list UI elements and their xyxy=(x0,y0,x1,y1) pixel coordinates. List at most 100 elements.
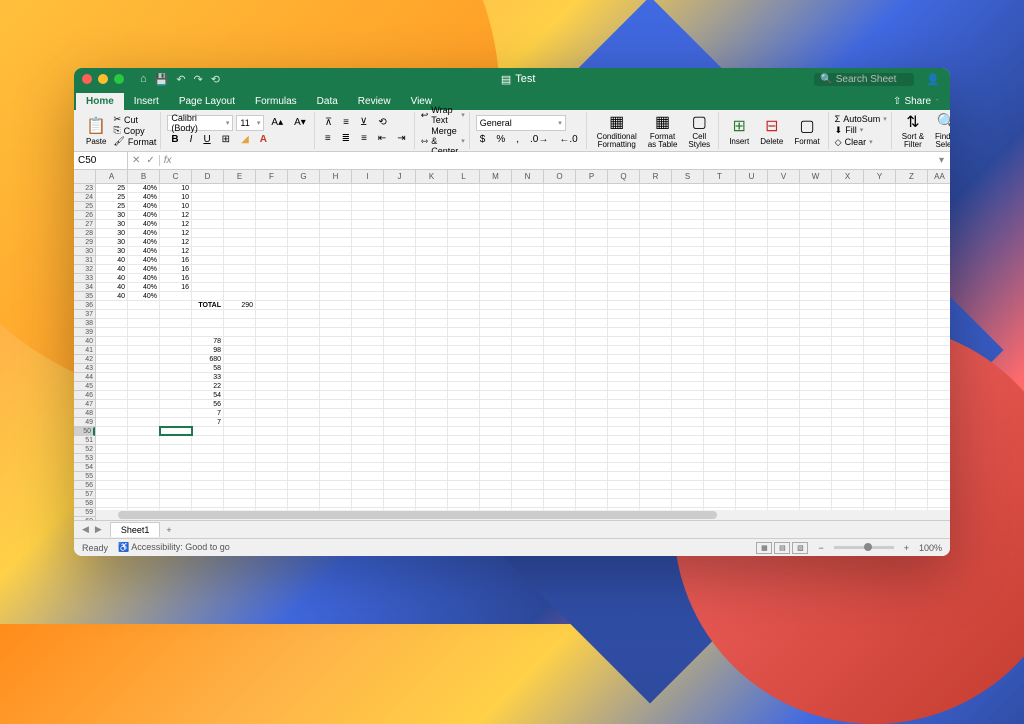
cell[interactable] xyxy=(352,400,384,408)
cell[interactable] xyxy=(704,418,736,426)
cell[interactable] xyxy=(736,238,768,246)
cell[interactable] xyxy=(896,319,928,327)
cell[interactable] xyxy=(448,301,480,309)
cell[interactable] xyxy=(512,247,544,255)
cell[interactable] xyxy=(352,220,384,228)
cell[interactable] xyxy=(800,265,832,273)
cell[interactable] xyxy=(448,337,480,345)
cell[interactable] xyxy=(768,427,800,435)
cell[interactable] xyxy=(256,310,288,318)
cell[interactable] xyxy=(320,274,352,282)
cell[interactable] xyxy=(128,337,160,345)
cell[interactable] xyxy=(576,292,608,300)
cell[interactable] xyxy=(192,283,224,291)
cell[interactable] xyxy=(288,364,320,372)
cell[interactable] xyxy=(672,418,704,426)
cell[interactable] xyxy=(544,364,576,372)
cell[interactable] xyxy=(384,490,416,498)
row-header[interactable]: 37 xyxy=(74,310,95,319)
cell[interactable] xyxy=(608,337,640,345)
cell[interactable] xyxy=(192,220,224,228)
cell[interactable] xyxy=(256,292,288,300)
cell[interactable] xyxy=(256,409,288,417)
cell[interactable] xyxy=(288,283,320,291)
cell[interactable] xyxy=(480,481,512,489)
font-size-select[interactable]: 11▾ xyxy=(236,115,264,131)
row-header[interactable]: 41 xyxy=(74,346,95,355)
cell[interactable] xyxy=(896,436,928,444)
cell[interactable] xyxy=(736,499,768,507)
cell[interactable] xyxy=(384,292,416,300)
cell[interactable] xyxy=(576,400,608,408)
cell[interactable] xyxy=(352,211,384,219)
cell[interactable] xyxy=(128,301,160,309)
cell[interactable] xyxy=(160,364,192,372)
page-layout-view-button[interactable]: ▤ xyxy=(774,542,790,554)
cell[interactable] xyxy=(576,436,608,444)
cell[interactable] xyxy=(736,229,768,237)
cell[interactable] xyxy=(352,292,384,300)
bold-button[interactable]: B xyxy=(167,132,182,147)
cell[interactable] xyxy=(640,472,672,480)
cell[interactable] xyxy=(544,382,576,390)
cell[interactable] xyxy=(224,256,256,264)
cell[interactable] xyxy=(256,238,288,246)
cell[interactable] xyxy=(608,256,640,264)
cell[interactable] xyxy=(416,184,448,192)
cell[interactable] xyxy=(416,436,448,444)
cell[interactable] xyxy=(832,310,864,318)
format-painter-button[interactable]: 🖌Format xyxy=(113,136,156,147)
cell[interactable] xyxy=(800,328,832,336)
cell[interactable] xyxy=(128,328,160,336)
cell[interactable] xyxy=(160,400,192,408)
cell[interactable] xyxy=(512,346,544,354)
cell[interactable] xyxy=(896,346,928,354)
cell[interactable] xyxy=(928,481,950,489)
redo-icon[interactable]: ↷ xyxy=(192,73,205,86)
cell[interactable] xyxy=(352,193,384,201)
cell[interactable] xyxy=(288,499,320,507)
cell[interactable] xyxy=(384,472,416,480)
cell[interactable] xyxy=(192,247,224,255)
cell[interactable] xyxy=(672,238,704,246)
cell[interactable] xyxy=(704,247,736,255)
cell[interactable] xyxy=(384,445,416,453)
cell[interactable] xyxy=(256,427,288,435)
cell[interactable] xyxy=(928,391,950,399)
clear-button[interactable]: ◇Clear▾ xyxy=(835,137,887,148)
cell[interactable] xyxy=(320,382,352,390)
cell[interactable] xyxy=(320,409,352,417)
cell[interactable] xyxy=(608,472,640,480)
cell[interactable]: 7 xyxy=(192,409,224,417)
cell[interactable] xyxy=(832,193,864,201)
column-header-U[interactable]: U xyxy=(736,170,768,183)
cell[interactable] xyxy=(352,328,384,336)
cell[interactable] xyxy=(896,364,928,372)
cell[interactable] xyxy=(864,184,896,192)
cell[interactable] xyxy=(160,310,192,318)
cell[interactable] xyxy=(736,418,768,426)
cell[interactable] xyxy=(544,409,576,417)
cell[interactable] xyxy=(384,310,416,318)
cell[interactable] xyxy=(224,373,256,381)
cell[interactable] xyxy=(384,220,416,228)
cell[interactable] xyxy=(608,238,640,246)
cell[interactable] xyxy=(640,490,672,498)
cell[interactable] xyxy=(768,364,800,372)
cell[interactable] xyxy=(768,373,800,381)
cell[interactable] xyxy=(384,328,416,336)
cell[interactable] xyxy=(832,355,864,363)
cell[interactable] xyxy=(704,337,736,345)
cell[interactable] xyxy=(320,301,352,309)
cell[interactable] xyxy=(512,400,544,408)
cell[interactable] xyxy=(832,499,864,507)
cell[interactable] xyxy=(928,283,950,291)
cell[interactable] xyxy=(608,364,640,372)
cell[interactable] xyxy=(736,202,768,210)
cell[interactable] xyxy=(928,328,950,336)
align-right-button[interactable]: ≡ xyxy=(357,131,371,146)
row-header[interactable]: 25 xyxy=(74,202,95,211)
cell[interactable] xyxy=(160,454,192,462)
cell[interactable] xyxy=(576,337,608,345)
cell[interactable] xyxy=(288,292,320,300)
